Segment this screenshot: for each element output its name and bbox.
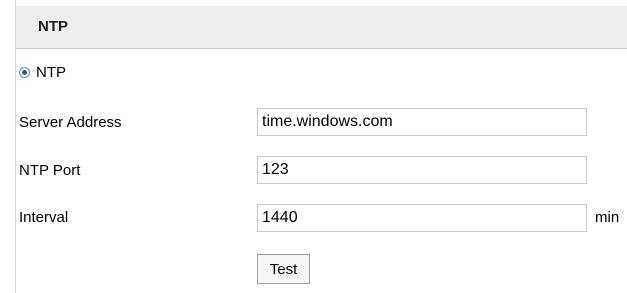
test-button[interactable]: Test [257, 254, 310, 284]
ntp-radio-button[interactable] [19, 66, 30, 78]
ntp-radio-label: NTP [36, 63, 66, 81]
ntp-port-label: NTP Port [19, 162, 81, 179]
ntp-port-input[interactable] [257, 156, 587, 184]
section-header: NTP [16, 6, 627, 49]
section-title: NTP [38, 18, 68, 35]
radio-selected-dot [22, 69, 27, 75]
interval-unit-label: min [595, 209, 620, 226]
ntp-radio-option[interactable]: NTP [19, 62, 66, 82]
interval-input[interactable] [257, 204, 587, 232]
server-address-input[interactable] [257, 108, 587, 136]
server-address-label: Server Address [19, 114, 122, 131]
interval-label: Interval [19, 209, 69, 226]
